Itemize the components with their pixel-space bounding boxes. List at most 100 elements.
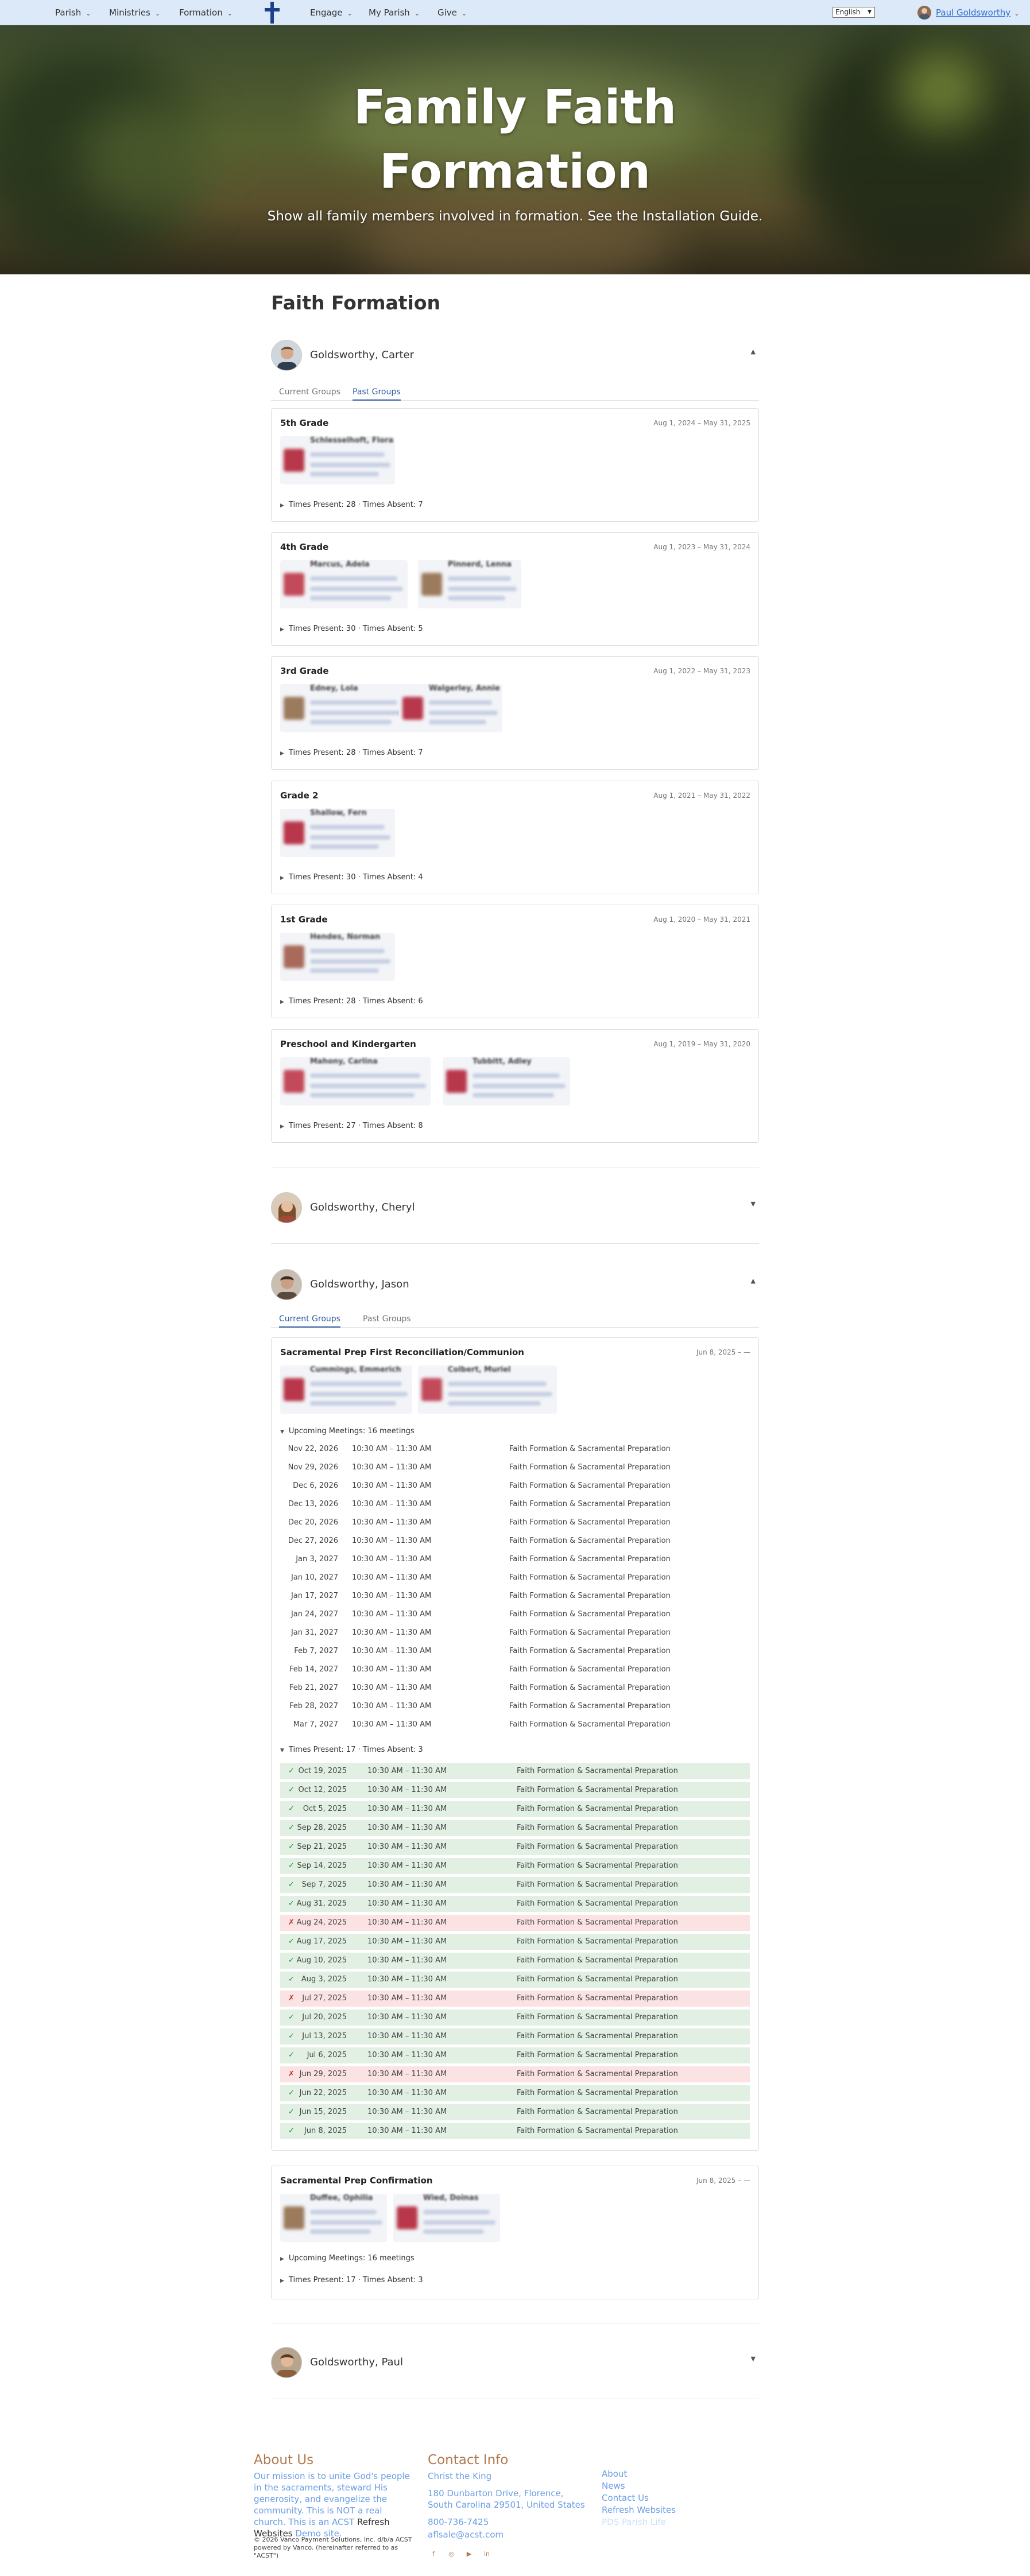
x-mark-icon: ✗: [288, 2070, 295, 2078]
blurred-detail: [310, 1382, 402, 1386]
attendance-time: 10:30 AM – 11:30 AM: [367, 1994, 447, 2003]
attendance-toggle[interactable]: ▼ Times Present: 17 · Times Absent: 3: [280, 1745, 423, 1754]
church-name[interactable]: Christ the King: [428, 2470, 491, 2482]
attendance-toggle[interactable]: ▶ Times Present: 17 · Times Absent: 3: [280, 2276, 423, 2284]
group-card: Sacramental Prep First Reconciliation/Co…: [271, 1337, 759, 2151]
nav-parish[interactable]: Parish ⌄: [55, 0, 91, 25]
meeting-time: 10:30 AM – 11:30 AM: [352, 1537, 432, 1545]
about-text: Our mission is to unite God's people in …: [254, 2470, 416, 2539]
caret-down-icon[interactable]: ▼: [751, 2355, 756, 2362]
user-menu-link[interactable]: Paul Goldsworthy ⌄: [936, 0, 1019, 25]
group-title: Grade 2: [280, 790, 319, 801]
attendance-toggle[interactable]: ▶ Times Present: 30 · Times Absent: 5: [280, 624, 423, 633]
attendance-toggle[interactable]: ▶ Times Present: 28 · Times Absent: 6: [280, 997, 423, 1006]
catechist-name: Pinnerd, Lenna: [448, 560, 512, 569]
upcoming-toggle[interactable]: ▼ Upcoming Meetings: 16 meetings: [280, 1427, 415, 1436]
tab-past-groups[interactable]: Past Groups: [353, 383, 401, 401]
blurred-detail: [473, 1084, 566, 1088]
attendance-row: ✓ Aug 31, 2025 10:30 AM – 11:30 AM Faith Fo…: [280, 1896, 750, 1912]
about-title: About Us: [254, 2453, 314, 2468]
tab-current-groups[interactable]: Current Groups: [279, 1310, 340, 1328]
attendance-time: 10:30 AM – 11:30 AM: [367, 1842, 447, 1851]
attendance-toggle[interactable]: ▶ Times Present: 28 · Times Absent: 7: [280, 748, 423, 757]
upcoming-label: Upcoming Meetings: 16 meetings: [288, 2254, 415, 2263]
group-title: 4th Grade: [280, 542, 329, 552]
member-header-jason[interactable]: Goldsworthy, Jason ▲: [271, 1269, 759, 1303]
footer-link-news[interactable]: News: [602, 2480, 625, 2492]
member-header-cheryl[interactable]: Goldsworthy, Cheryl ▼: [271, 1192, 759, 1227]
upcoming-label: Upcoming Meetings: 16 meetings: [288, 1427, 415, 1436]
avatar: [271, 340, 302, 371]
nav-formation[interactable]: Formation ⌄: [179, 0, 233, 25]
upcoming-toggle[interactable]: ▶ Upcoming Meetings: 16 meetings: [280, 2254, 415, 2263]
catechist-name: Walgerley, Annie: [429, 684, 500, 693]
member-header-carter[interactable]: Goldsworthy, Carter ▲: [271, 340, 759, 374]
blurred-detail: [448, 576, 511, 581]
attendance-date: Sep 21, 2025: [297, 1842, 347, 1851]
attendance-toggle[interactable]: ▶ Times Present: 27 · Times Absent: 8: [280, 1122, 423, 1130]
attendance-title: Faith Formation & Sacramental Preparatio…: [517, 1824, 678, 1832]
nav-my-parish[interactable]: My Parish ⌄: [369, 0, 420, 25]
footer-link-parish-life[interactable]: PDS Parish Life: [602, 2516, 666, 2528]
attendance-time: 10:30 AM – 11:30 AM: [367, 1861, 447, 1870]
footer-link-refresh[interactable]: Refresh Websites: [602, 2504, 676, 2516]
caret-up-icon[interactable]: ▲: [751, 348, 756, 355]
tab-current-groups[interactable]: Current Groups: [279, 383, 340, 401]
meeting-date: Jan 10, 2027: [291, 1573, 338, 1582]
catechist-name: Tubbitt, Adley: [473, 1057, 532, 1066]
x-mark-icon: ✗: [288, 1994, 295, 2003]
youtube-icon[interactable]: ▶: [464, 2550, 474, 2559]
meeting-title: Faith Formation & Sacramental Preparatio…: [509, 1665, 671, 1674]
language-select[interactable]: English ▼: [832, 7, 875, 18]
meeting-date: Jan 3, 2027: [296, 1555, 338, 1564]
meeting-title: Faith Formation & Sacramental Preparatio…: [509, 1481, 671, 1490]
blurred-detail: [310, 1401, 396, 1406]
nav-give[interactable]: Give ⌄: [437, 0, 467, 25]
group-card: 5th Grade Aug 1, 2024 – May 31, 2025 Schle…: [271, 408, 759, 522]
caret-up-icon[interactable]: ▲: [751, 1277, 756, 1285]
attendance-date: Aug 10, 2025: [296, 1956, 347, 1965]
blurred-detail: [448, 1401, 541, 1406]
attendance-toggle[interactable]: ▶ Times Present: 30 · Times Absent: 4: [280, 873, 423, 882]
meeting-time: 10:30 AM – 11:30 AM: [352, 1445, 432, 1453]
blurred-detail: [448, 596, 505, 600]
language-value: English: [835, 8, 861, 16]
group-card: Grade 2 Aug 1, 2021 – May 31, 2022 Shallow…: [271, 781, 759, 894]
catechist-photo: [402, 697, 423, 720]
cross-logo-icon[interactable]: [265, 2, 280, 24]
church-address[interactable]: 180 Dunbarton Drive, Florence, South Car…: [428, 2488, 588, 2511]
caret-right-icon: ▶: [280, 1124, 284, 1130]
instagram-icon[interactable]: ◎: [447, 2550, 456, 2559]
meeting-date: Jan 17, 2027: [291, 1592, 338, 1600]
church-email[interactable]: aflsale@acst.com: [428, 2529, 504, 2540]
nav-engage[interactable]: Engage ⌄: [310, 0, 353, 25]
blurred-detail: [423, 2220, 495, 2225]
footer-link-about[interactable]: About: [602, 2468, 627, 2480]
attendance-time: 10:30 AM – 11:30 AM: [367, 2089, 447, 2097]
member-header-paul[interactable]: Goldsworthy, Paul ▼: [271, 2347, 759, 2381]
nav-parish-label: Parish: [55, 7, 82, 18]
catechist-card: Wied, Doinas: [393, 2194, 500, 2242]
blurred-detail: [310, 949, 385, 953]
attendance-date: Jun 8, 2025: [304, 2127, 347, 2135]
attendance-time: 10:30 AM – 11:30 AM: [367, 1880, 447, 1889]
catechist-name: Mahony, Carlina: [310, 1057, 378, 1066]
caret-down-icon[interactable]: ▼: [751, 1200, 756, 1208]
attendance-toggle[interactable]: ▶ Times Present: 28 · Times Absent: 7: [280, 501, 423, 509]
nav-give-label: Give: [437, 7, 457, 18]
attendance-title: Faith Formation & Sacramental Preparatio…: [517, 1861, 678, 1870]
check-icon: ✓: [288, 1899, 295, 1908]
user-avatar[interactable]: [917, 6, 931, 20]
check-icon: ✓: [288, 2108, 295, 2116]
group-card: 3rd Grade Aug 1, 2022 – May 31, 2023 Edney…: [271, 656, 759, 770]
linkedin-icon[interactable]: in: [482, 2550, 491, 2559]
caret-right-icon: ▶: [280, 875, 284, 881]
nav-ministries[interactable]: Ministries ⌄: [109, 0, 160, 25]
tab-past-groups[interactable]: Past Groups: [363, 1310, 411, 1328]
attendance-row: ✗ Aug 24, 2025 10:30 AM – 11:30 AM Faith Fo…: [280, 1915, 750, 1931]
blurred-detail: [310, 1093, 415, 1097]
blurred-detail: [310, 596, 392, 600]
footer-link-contact[interactable]: Contact Us: [602, 2492, 649, 2504]
church-phone[interactable]: 800-736-7425: [428, 2516, 489, 2528]
facebook-icon[interactable]: f: [429, 2550, 438, 2559]
